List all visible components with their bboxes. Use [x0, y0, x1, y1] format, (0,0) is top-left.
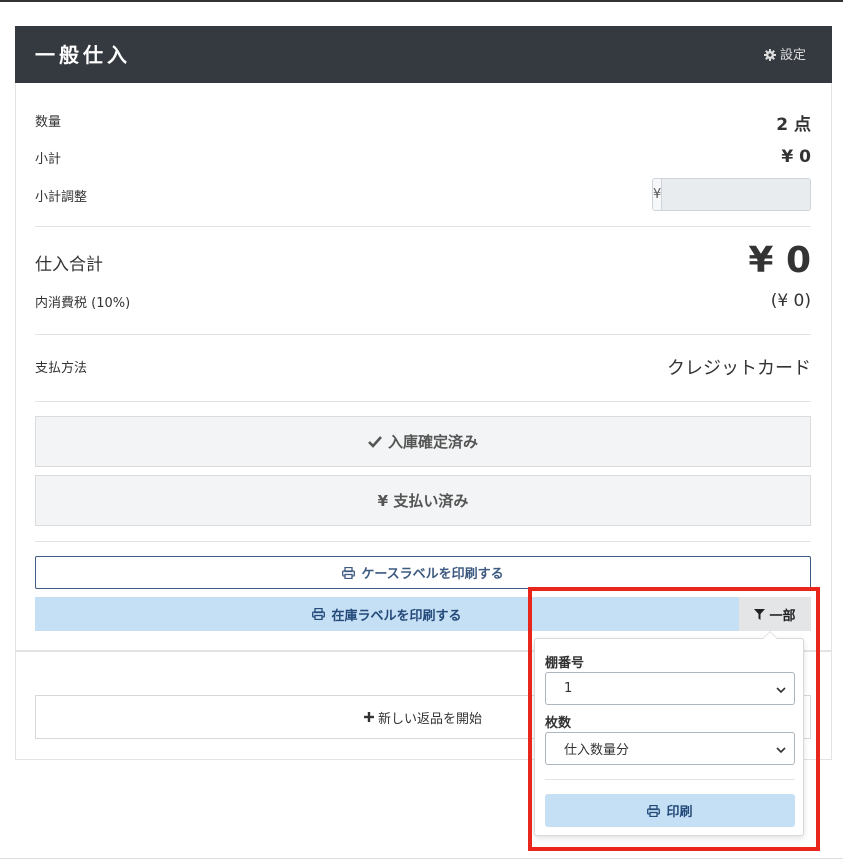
quantity-label: 数量	[35, 115, 62, 130]
shelf-number-select[interactable]: 1	[545, 672, 795, 705]
print-icon	[312, 607, 326, 622]
paid-button[interactable]: ¥ 支払い済み	[35, 475, 811, 526]
plus-icon	[363, 710, 374, 725]
dropdown-divider	[545, 779, 795, 780]
paid-label: ¥ 支払い済み	[377, 492, 469, 510]
count-label: 枚数	[545, 716, 572, 731]
quantity-value: 2 点	[776, 115, 811, 135]
bottom-rule	[0, 858, 843, 859]
print-stock-label-text: 在庫ラベルを印刷する	[331, 608, 462, 624]
print-case-label-text: ケースラベルを印刷する	[361, 567, 504, 582]
subtotal-adjustment-input-group: ¥	[652, 178, 811, 211]
chevron-down-icon	[776, 684, 786, 694]
stock-confirmed-button[interactable]: 入庫確定済み	[35, 416, 811, 467]
divider	[35, 541, 811, 542]
subtotal-label: 小計	[35, 152, 62, 167]
settings-link[interactable]: 設定	[763, 44, 806, 63]
count-value: 仕入数量分	[564, 743, 630, 758]
print-button[interactable]: 印刷	[545, 794, 795, 827]
print-case-label-button[interactable]: ケースラベルを印刷する	[35, 556, 811, 589]
page-title: 一般仕入	[35, 43, 131, 67]
tax-value: (¥ 0)	[770, 291, 811, 311]
yen-addon: ¥	[653, 179, 663, 210]
settings-label: 設定	[779, 48, 806, 63]
print-icon	[647, 803, 661, 818]
gear-icon	[763, 48, 776, 61]
divider	[35, 401, 811, 402]
subtotal-adjustment-label: 小計調整	[35, 190, 88, 205]
panel-header: 一般仕入 設定	[15, 26, 832, 83]
shelf-number-label: 棚番号	[545, 656, 585, 671]
purchase-total-value: ¥ 0	[748, 240, 811, 281]
shelf-number-value: 1	[564, 681, 573, 696]
subtotal-value: ¥ 0	[781, 147, 811, 167]
count-select[interactable]: 仕入数量分	[545, 732, 795, 765]
filter-icon	[754, 607, 766, 622]
tax-label: 内消費税 (10%)	[35, 296, 131, 311]
print-icon	[342, 565, 356, 580]
stock-confirmed-label: 入庫確定済み	[387, 433, 478, 451]
payment-method-label: 支払方法	[35, 361, 88, 376]
divider	[35, 334, 811, 335]
check-icon	[368, 433, 382, 451]
chevron-down-icon	[776, 744, 786, 754]
print-button-label: 印刷	[666, 805, 693, 820]
subtotal-adjustment-input[interactable]	[662, 179, 810, 210]
new-return-label: 新しい返品を開始	[377, 711, 482, 727]
print-stock-label-button[interactable]: 在庫ラベルを印刷する	[35, 597, 739, 631]
dropdown-caret-inner	[763, 632, 777, 639]
partial-toggle-label: 一部	[769, 608, 796, 624]
divider	[35, 226, 811, 227]
payment-method-value: クレジットカード	[667, 358, 811, 379]
purchase-total-label: 仕入合計	[35, 255, 103, 275]
top-rule	[0, 0, 843, 2]
partial-print-toggle[interactable]: 一部	[739, 597, 811, 631]
